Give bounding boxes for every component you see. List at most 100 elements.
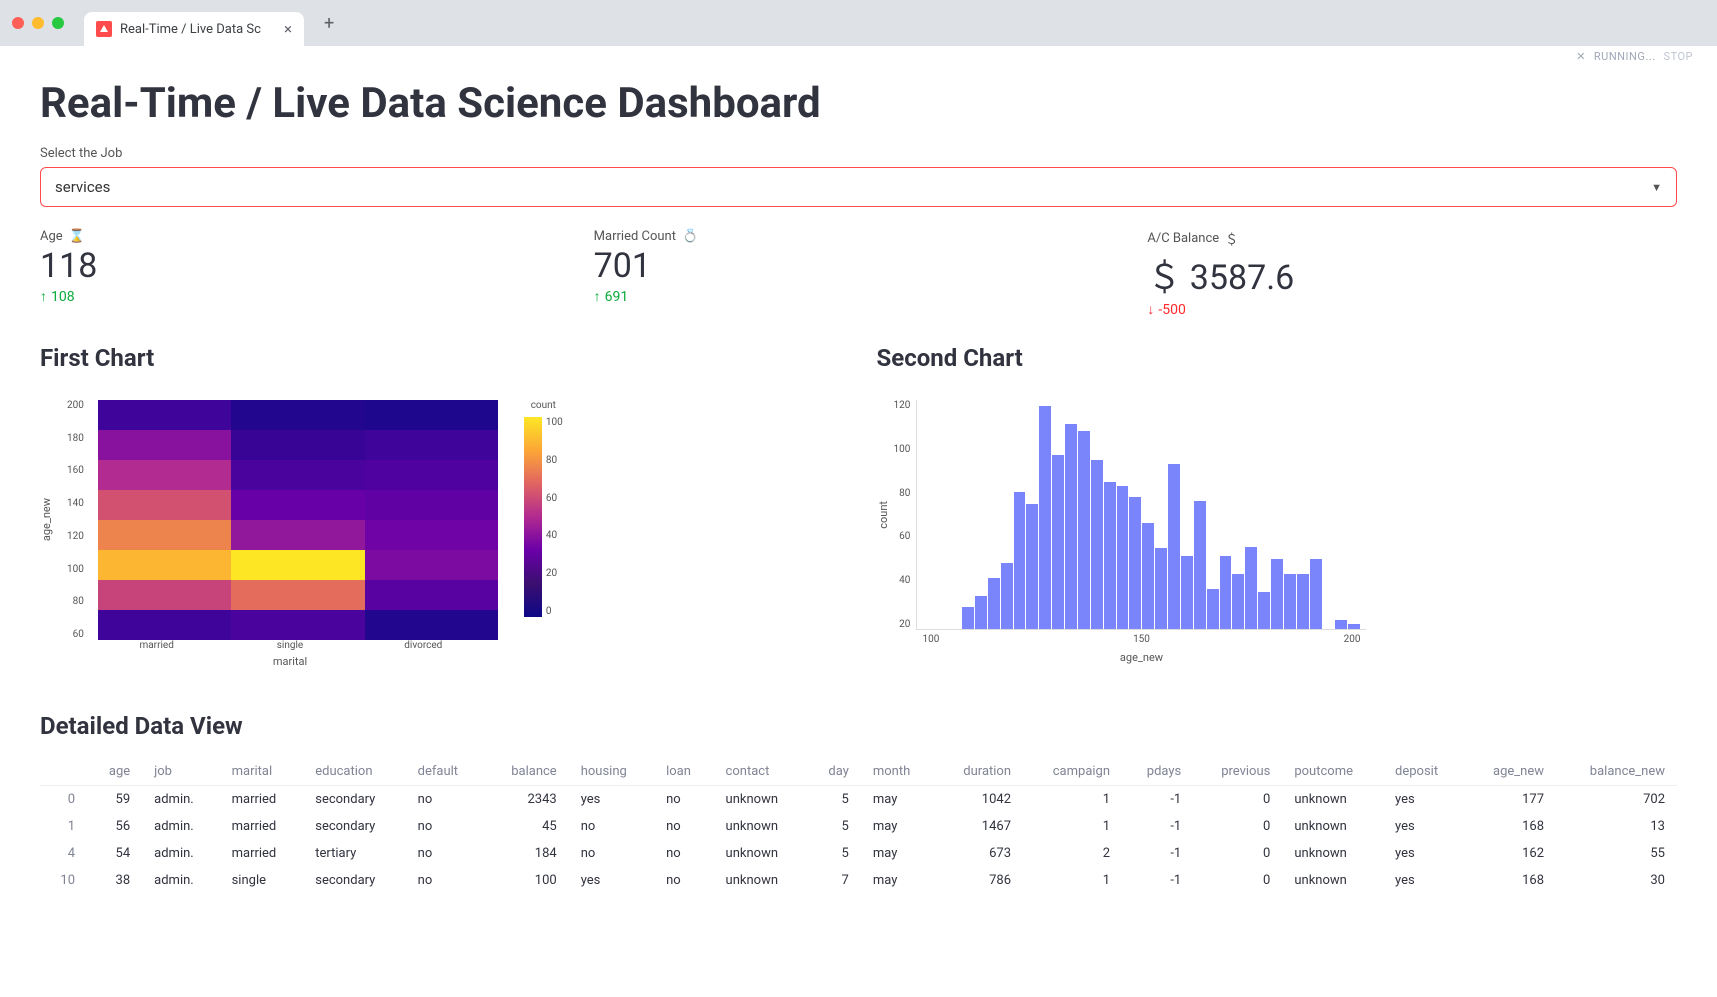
table-cell: 702 — [1556, 786, 1677, 814]
column-header[interactable]: previous — [1193, 758, 1282, 786]
table-cell: unknown — [1282, 786, 1383, 814]
metric-label: A/C Balance ＄ — [1147, 229, 1677, 248]
table-cell: 4 — [40, 840, 87, 867]
hist-bar — [962, 607, 974, 629]
table-cell: -1 — [1122, 867, 1193, 894]
table-row: 059admin.marriedsecondaryno2343yesnounkn… — [40, 786, 1677, 814]
colorbar-gradient — [524, 417, 542, 617]
hist-bar — [1335, 620, 1347, 629]
table-cell: unknown — [1282, 867, 1383, 894]
hist-bar — [1258, 592, 1270, 629]
close-window-icon[interactable] — [12, 17, 24, 29]
table-cell: 54 — [87, 840, 142, 867]
table-cell: single — [220, 867, 304, 894]
column-header[interactable]: age — [87, 758, 142, 786]
data-table-wrap[interactable]: agejobmaritaleducationdefaultbalancehous… — [40, 758, 1677, 894]
metric-value: 701 — [594, 246, 1124, 286]
metric-value: 118 — [40, 246, 570, 286]
table-cell: married — [220, 840, 304, 867]
column-header[interactable]: marital — [220, 758, 304, 786]
table-cell: may — [861, 813, 936, 840]
column-header[interactable]: loan — [654, 758, 713, 786]
hist-xlabel: age_new — [917, 651, 1367, 664]
table-cell: unknown — [714, 813, 807, 840]
maximize-window-icon[interactable] — [52, 17, 64, 29]
arrow-up-icon: ↑ — [594, 288, 601, 305]
table-cell: 0 — [40, 786, 87, 814]
table-cell: -1 — [1122, 840, 1193, 867]
table-cell: married — [220, 786, 304, 814]
table-cell: no — [654, 840, 713, 867]
table-cell: secondary — [303, 786, 405, 814]
table-cell: no — [569, 813, 654, 840]
hist-bar — [1245, 547, 1257, 629]
column-header[interactable]: contact — [714, 758, 807, 786]
column-header[interactable]: campaign — [1023, 758, 1122, 786]
column-header[interactable]: month — [861, 758, 936, 786]
metric-icon: ⌛ — [69, 229, 85, 244]
arrow-up-icon: ↑ — [40, 288, 47, 305]
close-tab-icon[interactable]: × — [284, 20, 292, 38]
metric-delta: ↓ -500 — [1147, 301, 1677, 318]
minimize-window-icon[interactable] — [32, 17, 44, 29]
table-cell: may — [861, 786, 936, 814]
table-cell: secondary — [303, 867, 405, 894]
hist-bar — [1129, 497, 1141, 629]
table-cell: yes — [1383, 813, 1465, 840]
table-cell: 177 — [1465, 786, 1556, 814]
hist-bar — [1271, 559, 1283, 629]
new-tab-button[interactable]: + — [324, 13, 334, 34]
column-header[interactable]: balance — [484, 758, 569, 786]
heatmap-chart: age_new 2001801601401201008060 count 100… — [40, 400, 841, 640]
metric-card: Married Count 💍701↑ 691 — [594, 229, 1124, 318]
table-cell: unknown — [714, 867, 807, 894]
column-header[interactable]: age_new — [1465, 758, 1556, 786]
heatmap-xticks: marriedsingledivorced — [90, 640, 490, 651]
metric-card: A/C Balance ＄＄ 3587.6↓ -500 — [1147, 229, 1677, 318]
running-status: RUNNING... — [1594, 50, 1656, 63]
column-header[interactable]: housing — [569, 758, 654, 786]
table-cell: may — [861, 867, 936, 894]
table-cell: no — [569, 840, 654, 867]
select-label: Select the Job — [40, 146, 1677, 161]
hist-bar — [1001, 563, 1013, 629]
metric-card: Age ⌛118↑ 108 — [40, 229, 570, 318]
column-header[interactable]: balance_new — [1556, 758, 1677, 786]
hist-bar — [1039, 406, 1051, 630]
table-cell: no — [406, 867, 484, 894]
table-cell: 2 — [1023, 840, 1122, 867]
hist-bar — [1155, 548, 1167, 629]
column-header[interactable]: job — [142, 758, 219, 786]
table-cell: unknown — [1282, 840, 1383, 867]
column-header[interactable]: duration — [936, 758, 1023, 786]
column-header[interactable]: poutcome — [1282, 758, 1383, 786]
table-cell: no — [654, 786, 713, 814]
app-status-bar: ✕ RUNNING... Stop — [0, 46, 1717, 67]
table-cell: 38 — [87, 867, 142, 894]
table-cell: yes — [1383, 867, 1465, 894]
column-header[interactable]: education — [303, 758, 405, 786]
column-header[interactable]: day — [807, 758, 861, 786]
hist-bar — [1207, 589, 1219, 629]
arrow-down-icon: ↓ — [1147, 301, 1154, 318]
job-select[interactable]: services ▼ — [40, 167, 1677, 207]
hist-bar — [1232, 574, 1244, 629]
table-cell: 0 — [1193, 813, 1282, 840]
chevron-down-icon: ▼ — [1651, 181, 1662, 194]
metric-icon: 💍 — [682, 229, 698, 244]
stop-button[interactable]: Stop — [1664, 50, 1693, 63]
table-cell: admin. — [142, 786, 219, 814]
column-header[interactable] — [40, 758, 87, 786]
table-cell: 13 — [1556, 813, 1677, 840]
second-chart-title: Second Chart — [877, 344, 1678, 372]
column-header[interactable]: pdays — [1122, 758, 1193, 786]
window-controls — [12, 17, 64, 29]
column-header[interactable]: default — [406, 758, 484, 786]
table-cell: admin. — [142, 867, 219, 894]
browser-tab[interactable]: Real-Time / Live Data Sc × — [84, 12, 304, 46]
table-cell: unknown — [714, 786, 807, 814]
column-header[interactable]: deposit — [1383, 758, 1465, 786]
table-cell: 7 — [807, 867, 861, 894]
table-cell: secondary — [303, 813, 405, 840]
table-cell: 5 — [807, 786, 861, 814]
